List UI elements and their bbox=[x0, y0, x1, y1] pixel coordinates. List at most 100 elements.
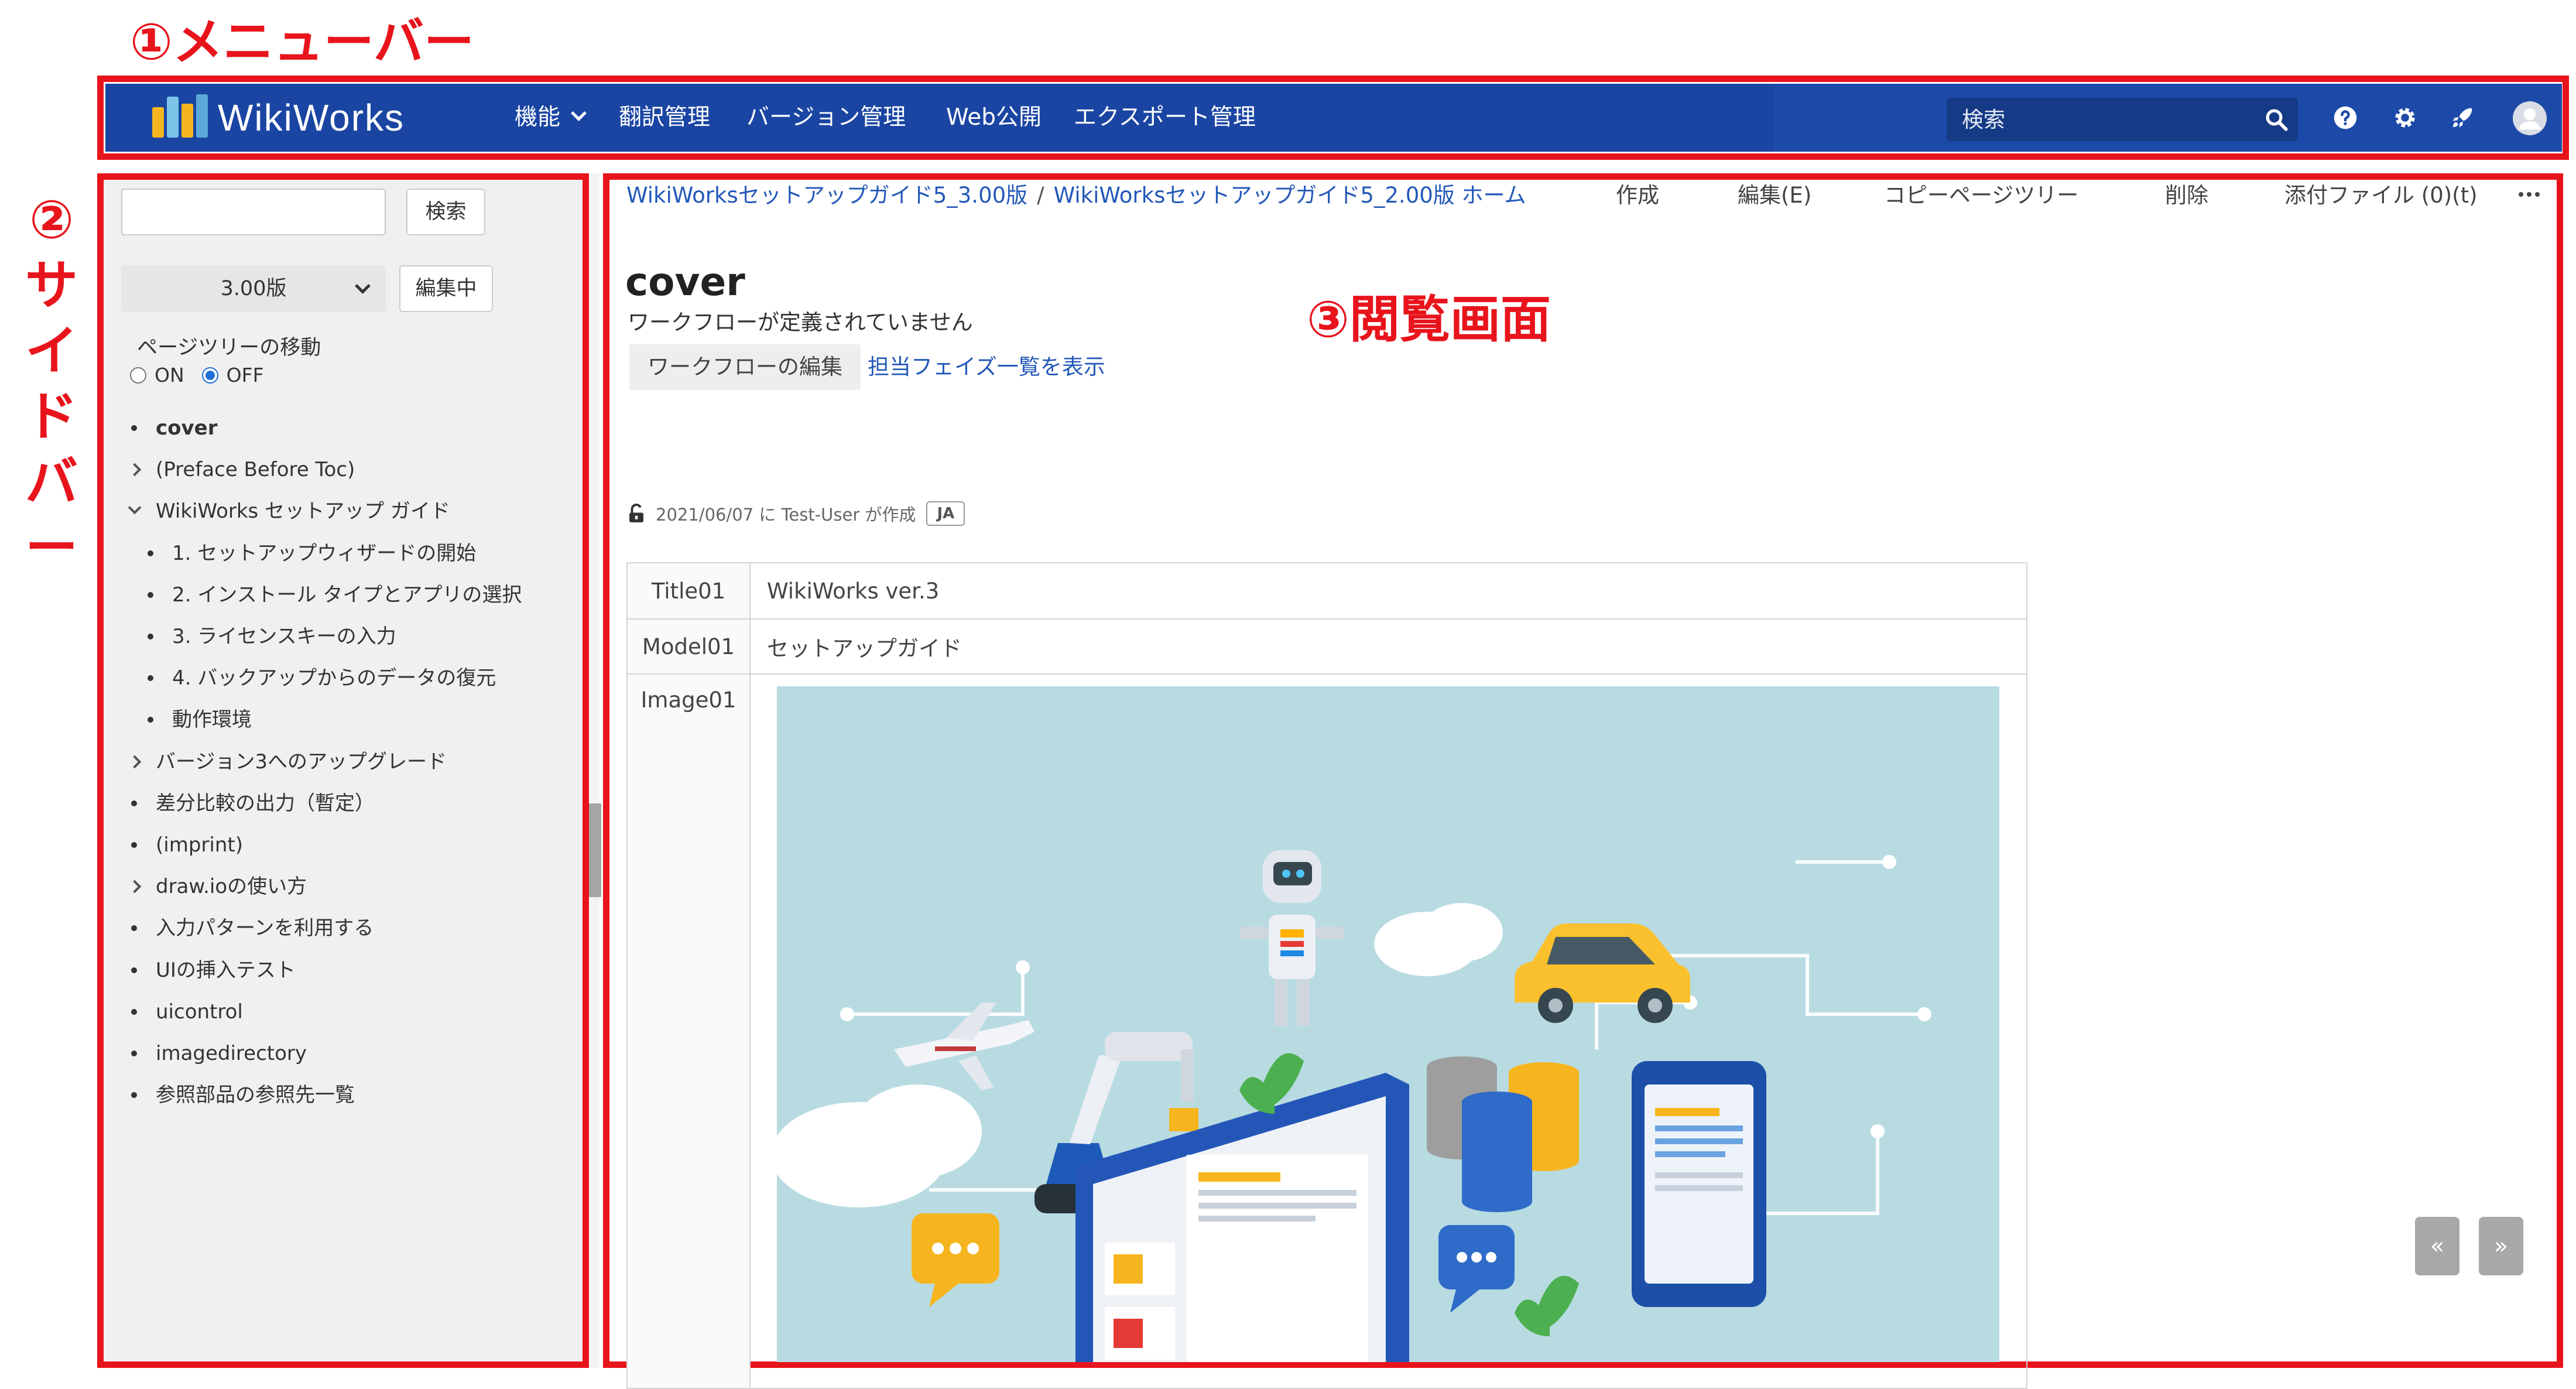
cover-illustration bbox=[777, 686, 1999, 1362]
breadcrumb-link[interactable]: WikiWorksセットアップガイド5_3.00版 bbox=[626, 183, 1027, 208]
menu-translation[interactable]: 翻訳管理 bbox=[619, 100, 710, 135]
bullet-icon bbox=[148, 634, 153, 639]
breadcrumb-link[interactable]: WikiWorksセットアップガイド5_2.00版 ホーム bbox=[1054, 183, 1526, 208]
tree-item[interactable]: WikiWorks セットアップ ガイド bbox=[128, 498, 450, 524]
tree-item[interactable]: UIの挿入テスト bbox=[131, 957, 296, 983]
tree-item-label: (Preface Before Toc) bbox=[156, 458, 355, 481]
radio-on[interactable] bbox=[130, 367, 146, 384]
delete-button[interactable]: 削除 bbox=[2165, 179, 2208, 212]
unlock-icon[interactable] bbox=[628, 504, 645, 524]
annotation-sidebar-char: ド bbox=[25, 386, 78, 447]
table-label-cell: Title01 bbox=[626, 562, 751, 620]
page-tree-move-label: ページツリーの移動 bbox=[137, 336, 321, 360]
bullet-icon bbox=[148, 592, 153, 598]
edit-button[interactable]: 編集(E) bbox=[1738, 179, 1811, 212]
gear-icon[interactable] bbox=[2392, 105, 2418, 131]
tree-item-label: 入力パターンを利用する bbox=[156, 916, 374, 940]
create-button[interactable]: 作成 bbox=[1616, 179, 1659, 212]
logo[interactable]: WikiWorks bbox=[151, 94, 405, 141]
tree-item-label: imagedirectory bbox=[156, 1042, 307, 1065]
chevron-right-icon[interactable] bbox=[128, 880, 142, 894]
annotation-viewer: ③閲覧画面 bbox=[1307, 290, 1551, 349]
search-icon[interactable] bbox=[2264, 107, 2289, 132]
menu-export[interactable]: エクスポート管理 bbox=[1074, 100, 1256, 135]
copy-page-tree-button[interactable]: コピーページツリー bbox=[1884, 179, 2078, 212]
annotation-sidebar-char: サ bbox=[25, 255, 78, 316]
tree-child-item[interactable]: 2. インストール タイプとアプリの選択 bbox=[148, 582, 522, 608]
tree-item-label: 差分比較の出力（暫定） bbox=[156, 792, 375, 815]
tree-item[interactable]: cover bbox=[131, 415, 218, 441]
tree-item-label: draw.ioの使い方 bbox=[156, 875, 307, 898]
table-row: Title01 WikiWorks ver.3 bbox=[626, 562, 2027, 620]
table-label-cell: Image01 bbox=[626, 673, 751, 1389]
tree-child-item[interactable]: 1. セットアップウィザードの開始 bbox=[148, 540, 477, 566]
annotation-sidebar-char: ② bbox=[29, 189, 74, 251]
workflow-edit-button[interactable]: ワークフローの編集 bbox=[629, 344, 861, 390]
bullet-icon bbox=[148, 717, 153, 723]
editing-status-button[interactable]: 編集中 bbox=[399, 265, 493, 312]
tree-item[interactable]: (Preface Before Toc) bbox=[128, 457, 355, 483]
tree-item[interactable]: (imprint) bbox=[131, 832, 243, 858]
radio-off[interactable] bbox=[201, 367, 218, 384]
menu-features[interactable]: 機能 bbox=[515, 100, 587, 135]
menu-bar: WikiWorks 機能 翻訳管理 バージョン管理 Web公開 エクスポート管理 bbox=[105, 84, 2562, 152]
sidebar: 検索 3.00版 編集中 ページツリーの移動 ON OFF cover (Pref… bbox=[104, 180, 583, 1361]
tree-item[interactable]: 参照部品の参照先一覧 bbox=[131, 1082, 355, 1108]
annotation-menubar: ①メニューバー bbox=[130, 13, 474, 71]
bullet-icon bbox=[131, 842, 137, 848]
menu-version[interactable]: バージョン管理 bbox=[746, 100, 906, 135]
tree-child-item[interactable]: 4. バックアップからのデータの復元 bbox=[148, 665, 496, 691]
tree-child-item[interactable]: 動作環境 bbox=[148, 707, 252, 733]
global-search-input[interactable] bbox=[1947, 98, 2251, 141]
tree-item[interactable]: 入力パターンを利用する bbox=[131, 915, 374, 941]
pager-next-button[interactable]: » bbox=[2479, 1217, 2523, 1275]
tree-item-label: 2. インストール タイプとアプリの選択 bbox=[172, 583, 522, 607]
workflow-status: ワークフローが定義されていません bbox=[628, 310, 973, 335]
table-value-cell: セットアップガイド bbox=[749, 618, 2027, 675]
bullet-icon bbox=[131, 425, 137, 431]
tree-item[interactable]: バージョン3へのアップグレード bbox=[128, 749, 447, 775]
annotation-sidebar: ② サ イ ド バ ー bbox=[16, 187, 87, 581]
bullet-icon bbox=[148, 550, 153, 556]
chevron-right-icon[interactable] bbox=[128, 755, 142, 769]
tree-item-label: 動作環境 bbox=[172, 708, 252, 731]
table-value-cell: WikiWorks ver.3 bbox=[749, 562, 2027, 620]
tree-item[interactable]: 差分比較の出力（暫定） bbox=[131, 791, 375, 816]
resize-grip-icon[interactable] bbox=[588, 803, 601, 897]
chevron-right-icon[interactable] bbox=[128, 463, 142, 477]
tree-item[interactable]: imagedirectory bbox=[131, 1041, 307, 1066]
tree-child-item[interactable]: 3. ライセンスキーの入力 bbox=[148, 624, 396, 649]
bullet-icon bbox=[131, 925, 137, 931]
version-select[interactable]: 3.00版 bbox=[121, 265, 386, 312]
table-label-cell: Model01 bbox=[626, 618, 751, 675]
attachments-button[interactable]: 添付ファイル (0)(t) bbox=[2284, 179, 2478, 212]
tree-item-label: WikiWorks セットアップ ガイド bbox=[156, 500, 450, 523]
pager-prev-button[interactable]: « bbox=[2415, 1217, 2459, 1275]
sidebar-search-input[interactable] bbox=[121, 189, 386, 235]
table-row: Model01 セットアップガイド bbox=[626, 618, 2027, 675]
sidebar-resize-handle[interactable] bbox=[588, 173, 601, 1368]
sidebar-search-button[interactable]: 検索 bbox=[406, 189, 485, 235]
bullet-icon bbox=[131, 1009, 137, 1015]
tree-item[interactable]: uicontrol bbox=[131, 999, 243, 1025]
tree-item-label: UIの挿入テスト bbox=[156, 959, 296, 982]
chevron-down-icon bbox=[571, 105, 587, 121]
user-avatar-icon[interactable] bbox=[2513, 101, 2547, 135]
annotation-sidebar-char: イ bbox=[25, 320, 78, 382]
tree-item-label: 1. セットアップウィザードの開始 bbox=[172, 542, 477, 565]
version-select-value: 3.00版 bbox=[220, 277, 287, 300]
tree-item-label: (imprint) bbox=[156, 833, 243, 857]
page-tree-move-toggle: ON OFF bbox=[130, 364, 282, 386]
chevron-down-icon[interactable] bbox=[128, 501, 142, 515]
tree-item-label: バージョン3へのアップグレード bbox=[156, 750, 447, 774]
help-icon[interactable] bbox=[2332, 105, 2358, 131]
phase-list-link[interactable]: 担当フェイズ一覧を表示 bbox=[868, 351, 1105, 383]
radio-off-label: OFF bbox=[226, 364, 264, 386]
more-icon[interactable] bbox=[2517, 191, 2541, 198]
bullet-icon bbox=[131, 1092, 137, 1098]
annotation-sidebar-char: バ bbox=[25, 451, 78, 513]
menu-web-publish[interactable]: Web公開 bbox=[946, 100, 1042, 135]
bullet-icon bbox=[131, 1051, 137, 1056]
tree-item[interactable]: draw.ioの使い方 bbox=[128, 874, 307, 899]
rocket-icon[interactable] bbox=[2450, 105, 2475, 131]
